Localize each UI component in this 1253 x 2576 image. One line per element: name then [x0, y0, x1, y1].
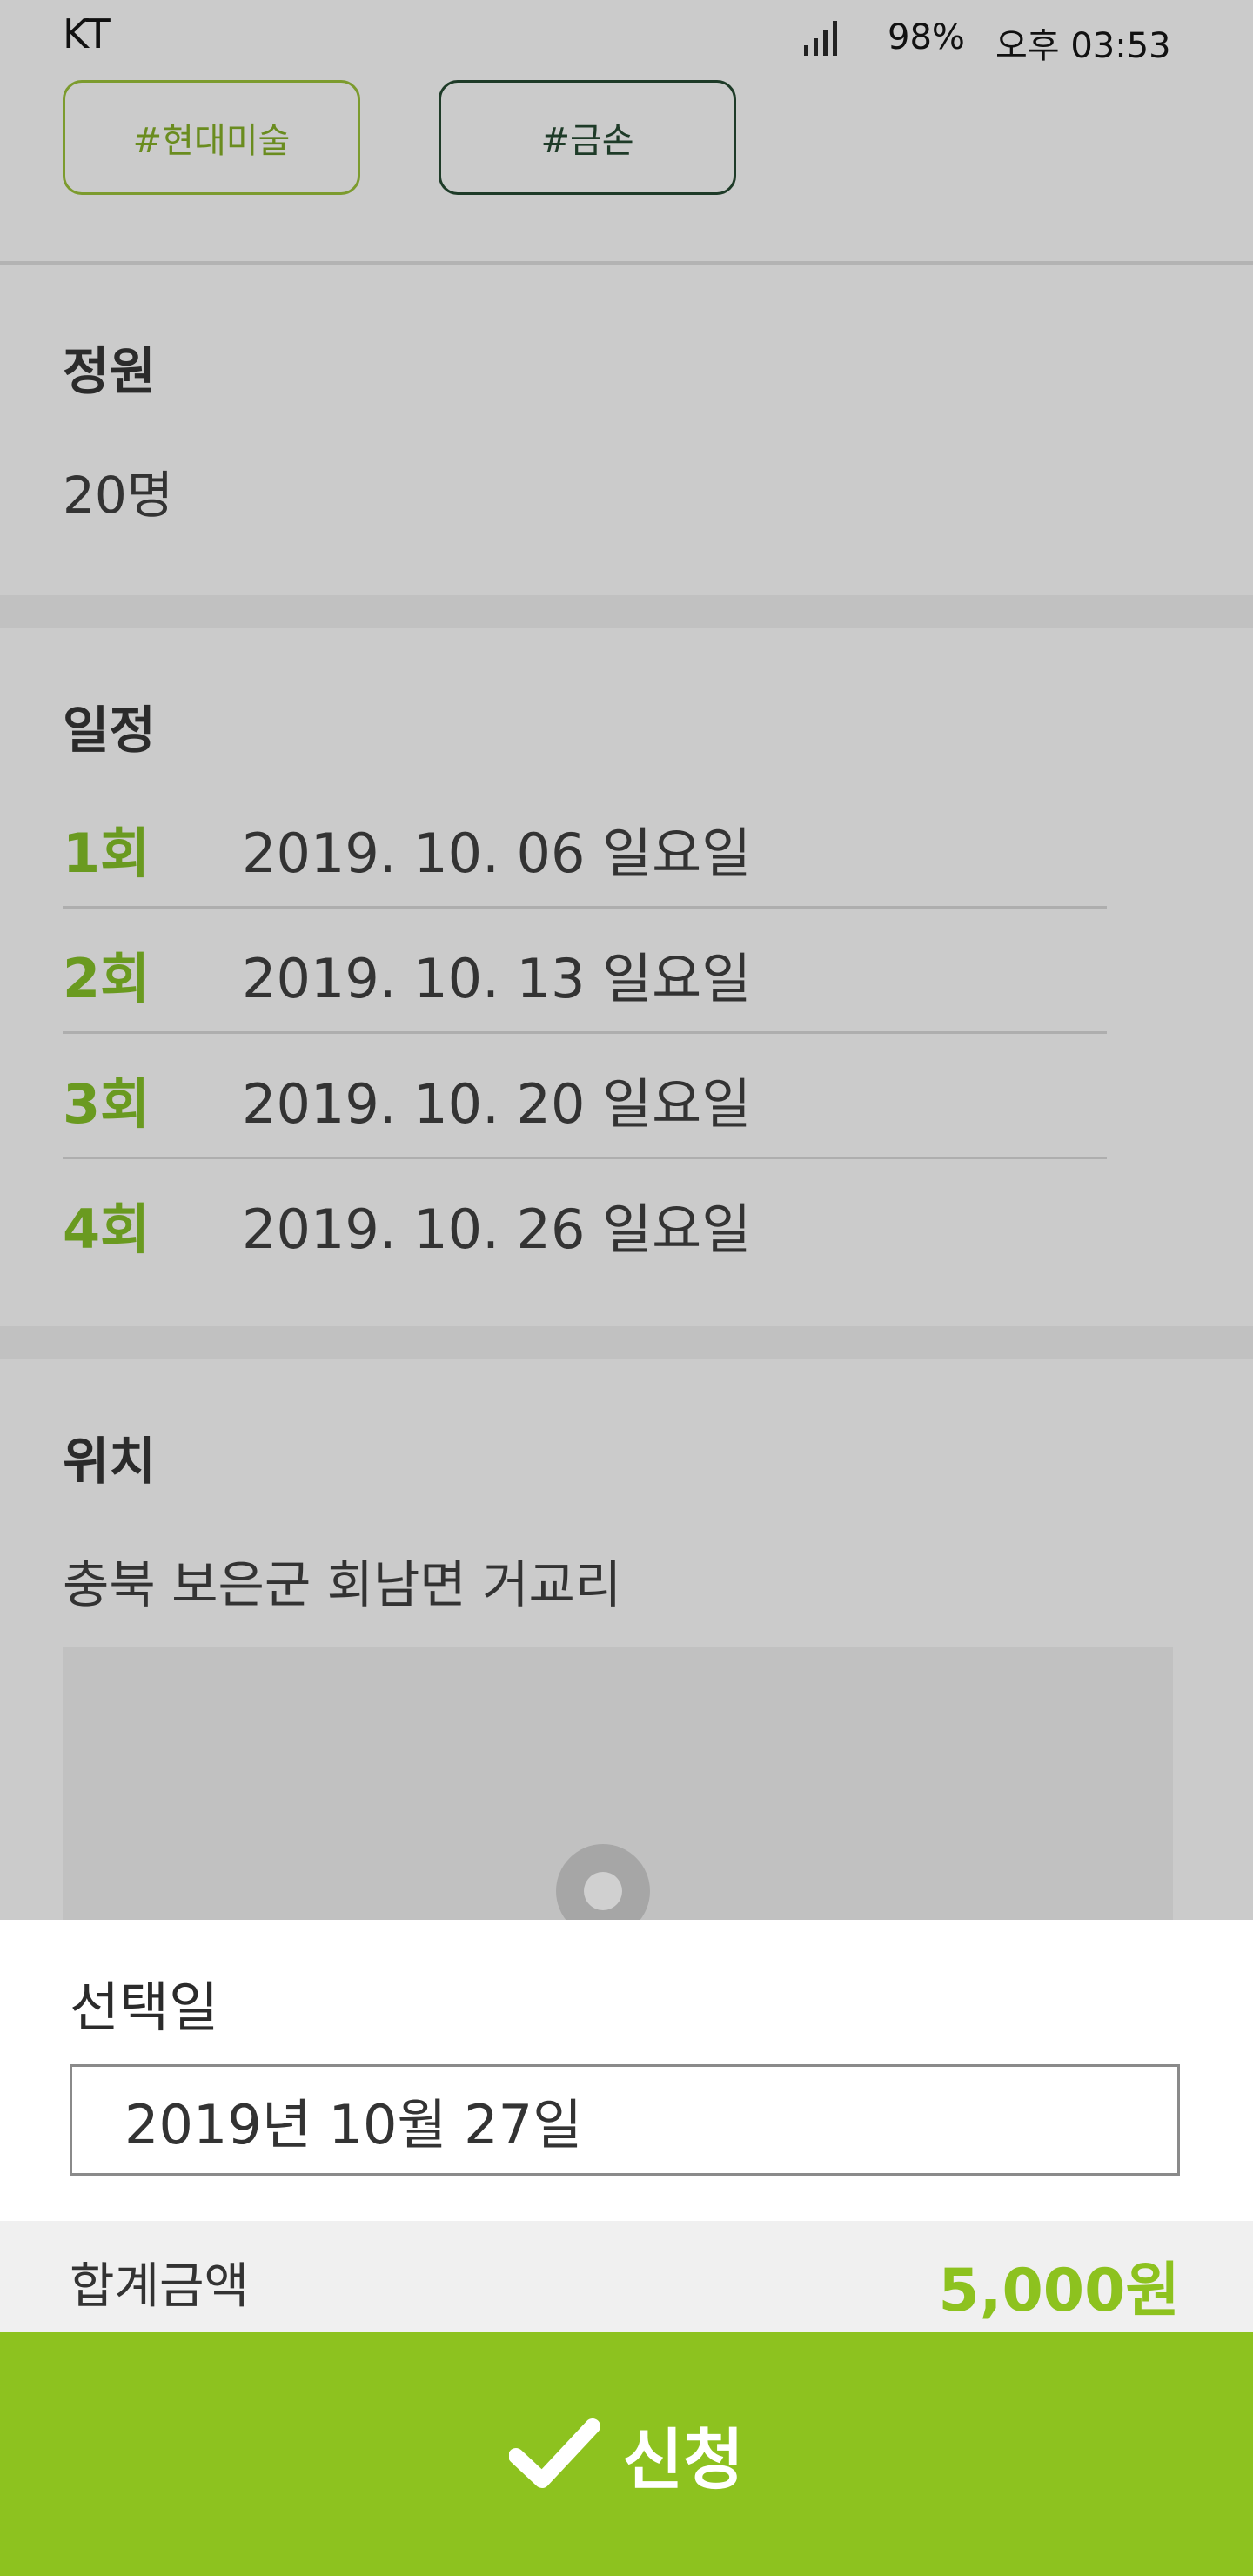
section-divider	[0, 1326, 1253, 1359]
tag-chip-modern-art[interactable]: #현대미술	[63, 80, 360, 195]
total-amount: 5,000원	[938, 2257, 1180, 2325]
location-address: 충북 보은군 회남면 거교리	[63, 1555, 622, 1614]
session-number: 3회	[63, 1072, 151, 1136]
clock: 오후 03:53	[995, 26, 1171, 66]
session-number: 4회	[63, 1197, 151, 1261]
tag-label: #금손	[540, 121, 634, 161]
total-label: 합계금액	[70, 2258, 250, 2315]
check-icon	[509, 2418, 600, 2488]
schedule-list: 1회 2019. 10. 06 일요일 2회 2019. 10. 13 일요일 …	[63, 783, 1107, 1285]
capacity-heading: 정원	[63, 342, 156, 401]
schedule-heading: 일정	[63, 701, 156, 760]
booking-panel: 선택일 2019년 10월 27일 합계금액 5,000원	[0, 1920, 1253, 2395]
schedule-row: 3회 2019. 10. 20 일요일	[63, 1034, 1107, 1159]
session-date: 2019. 10. 06 일요일	[242, 822, 752, 885]
session-date: 2019. 10. 20 일요일	[242, 1072, 752, 1136]
session-number: 1회	[63, 822, 151, 885]
schedule-row: 1회 2019. 10. 06 일요일	[63, 783, 1107, 909]
session-date: 2019. 10. 26 일요일	[242, 1197, 752, 1261]
apply-button[interactable]: 신청	[0, 2332, 1253, 2576]
location-heading: 위치	[63, 1432, 156, 1491]
total-bar: 합계금액 5,000원	[0, 2221, 1253, 2334]
map-pin-icon	[556, 1844, 650, 1925]
selected-date-label: 선택일	[70, 1976, 219, 2039]
tag-label: #현대미술	[132, 121, 291, 161]
carrier-name: KT	[63, 10, 111, 57]
selected-date-value: 2019년 10월 27일	[124, 2093, 583, 2157]
selected-date-field[interactable]: 2019년 10월 27일	[70, 2064, 1180, 2176]
schedule-row: 4회 2019. 10. 26 일요일	[63, 1159, 1107, 1285]
session-number: 2회	[63, 947, 151, 1010]
capacity-value: 20명	[63, 466, 174, 525]
tag-chip-golden-hands[interactable]: #금손	[439, 80, 736, 195]
status-bar: KT 98% 오후 03:53	[0, 0, 1253, 77]
battery-level: 98%	[888, 17, 965, 57]
map-view[interactable]	[63, 1647, 1173, 1925]
apply-label: 신청	[622, 2421, 744, 2499]
schedule-row: 2회 2019. 10. 13 일요일	[63, 909, 1107, 1034]
divider	[0, 261, 1253, 265]
session-date: 2019. 10. 13 일요일	[242, 947, 752, 1010]
section-divider	[0, 595, 1253, 628]
signal-icon	[804, 21, 837, 56]
